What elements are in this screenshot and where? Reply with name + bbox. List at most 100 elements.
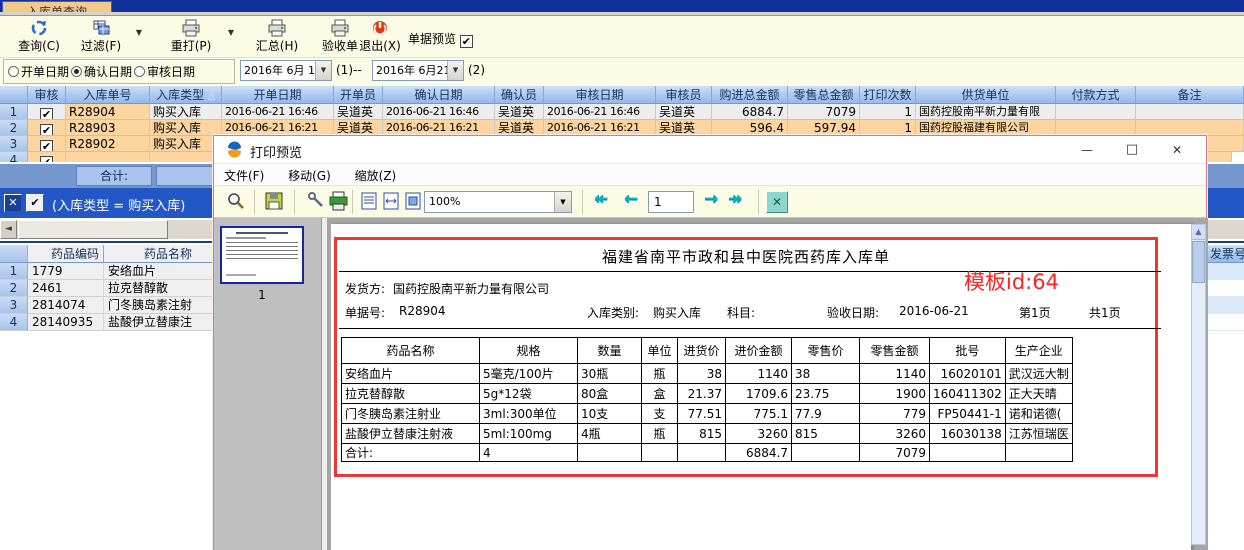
header-confirm-date[interactable]: 确认日期: [383, 86, 495, 104]
shipper-label: 发货方:: [345, 282, 386, 296]
filter-button[interactable]: 过滤(F): [72, 18, 130, 56]
maximize-icon[interactable]: □: [1117, 140, 1147, 160]
inbound-type-label: 入库类别:: [587, 306, 640, 320]
list-item[interactable]: [1207, 263, 1244, 280]
table-row: 门冬胰岛素注射业 3ml:300单位 10支支 77.51 775.1 77.9 77…: [341, 403, 1073, 424]
checkbox-checked-icon[interactable]: ✔: [40, 124, 53, 135]
preview-items-table: 药品名称 规格 数量 单位 进货价 进价金额 零售价 零售金额 批号 生产企业 安络血片 5…: [341, 337, 1073, 462]
radio-audit-date[interactable]: 审核日期: [134, 63, 195, 80]
exit-label: 退出(X): [359, 39, 401, 53]
scroll-left-icon[interactable]: ◄: [0, 220, 17, 239]
checkbox-checked-icon[interactable]: ✔: [40, 156, 53, 162]
printer-icon: [248, 18, 306, 39]
header-audit-date[interactable]: 审核日期: [544, 86, 656, 104]
page-layout-single-icon[interactable]: [360, 191, 378, 214]
chevron-down-icon[interactable]: ▼: [447, 61, 463, 80]
dialog-titlebar[interactable]: 打印预览 — □ ✕: [214, 136, 1206, 164]
list-item[interactable]: [1207, 280, 1244, 297]
reprint-dropdown-icon[interactable]: ▼: [224, 24, 238, 42]
date-from-value: 2016年 6月 1: [244, 64, 315, 77]
header-invoice[interactable]: 发票号: [1207, 245, 1244, 263]
menu-zoom[interactable]: 缩放(Z): [345, 164, 407, 184]
print-setup-icon[interactable]: [306, 191, 326, 214]
menu-move[interactable]: 移动(G): [278, 164, 341, 184]
query-button[interactable]: 查询(C): [10, 18, 68, 56]
menu-file[interactable]: 文件(F): [214, 164, 274, 184]
header-bill-by[interactable]: 开单员: [334, 86, 383, 104]
thumbnail-page-number[interactable]: 1: [214, 288, 310, 302]
close-preview-button[interactable]: ✕: [766, 191, 788, 213]
preview-table-header: 药品名称 规格 数量 单位 进货价 进价金额 零售价 零售金额 批号 生产企业: [341, 337, 1073, 364]
last-page-icon[interactable]: ↠: [728, 189, 742, 209]
exit-button[interactable]: 退出(X): [352, 18, 408, 56]
table-row[interactable]: 1 ✔ R28904 购买入库 2016-06-21 16:46 吴道英 201…: [0, 104, 1244, 120]
detail-table-right-fragment: 发票号: [1207, 245, 1244, 331]
table-row-selected[interactable]: 2 ✔ R28903 购买入库 2016-06-21 16:21 吴道英 201…: [0, 120, 1244, 136]
radio-icon: [8, 66, 19, 77]
document-preview-toggle[interactable]: 单据预览 ✔: [408, 30, 473, 48]
filter-label: 过滤(F): [80, 39, 122, 53]
app-window: 入库单查询 查询(C) 过滤(F) ▼ 重打(P) ▼ 汇总(H) 验收单 退出…: [0, 0, 1244, 550]
next-page-icon[interactable]: →: [704, 189, 718, 209]
tab-inbound-query[interactable]: 入库单查询: [2, 1, 112, 12]
header-retail-total[interactable]: 零售总金额: [788, 86, 860, 104]
page-thumbnail[interactable]: [220, 226, 304, 284]
header-audit-by[interactable]: 审核员: [656, 86, 712, 104]
header-confirm-by[interactable]: 确认员: [495, 86, 544, 104]
list-item[interactable]: [1207, 297, 1244, 314]
page-layout-full-icon[interactable]: [404, 191, 422, 214]
vertical-scrollbar[interactable]: ▲: [1191, 224, 1206, 545]
dialog-toolbar: 100% ▼ ↞ ← 1 → ↠ ✕: [214, 186, 1206, 218]
prev-page-icon[interactable]: ←: [624, 189, 638, 209]
filter-dropdown-icon[interactable]: ▼: [132, 24, 146, 42]
header-order-no[interactable]: 入库单号: [66, 86, 150, 104]
checkbox-checked-icon[interactable]: ✔: [40, 140, 53, 151]
list-item[interactable]: [1207, 314, 1244, 331]
zoom-tool-icon[interactable]: [226, 191, 247, 215]
checkbox-checked-icon[interactable]: ✔: [459, 35, 473, 48]
panel-splitter[interactable]: [321, 218, 327, 550]
print-icon[interactable]: [328, 191, 349, 214]
print-preview-dialog: 打印预览 — □ ✕ 文件(F) 移动(G) 缩放(Z) 100% ▼ ↞ ← …: [213, 135, 1208, 550]
zoom-level-combo[interactable]: 100% ▼: [424, 191, 572, 213]
header-supplier[interactable]: 供货单位: [916, 86, 1056, 104]
header-note[interactable]: 备注: [1136, 86, 1244, 104]
checkbox-checked-icon[interactable]: ✔: [40, 108, 53, 119]
page-total: 共1页: [1089, 306, 1121, 320]
close-icon[interactable]: ✕: [1162, 140, 1192, 160]
save-icon[interactable]: [264, 191, 284, 214]
chevron-down-icon[interactable]: ▼: [315, 61, 331, 80]
scrollbar-thumb[interactable]: [1192, 241, 1205, 283]
reprint-button[interactable]: 重打(P): [162, 18, 220, 56]
page-layout-width-icon[interactable]: [382, 191, 400, 214]
apply-filter-button[interactable]: ✔: [26, 194, 44, 212]
scroll-up-icon[interactable]: ▲: [1192, 225, 1205, 240]
header-drug-code[interactable]: 药品编码: [28, 245, 104, 263]
document-title: 福建省南平市政和县中医院西药库入库单: [601, 248, 890, 266]
chevron-down-icon[interactable]: ▼: [554, 192, 571, 212]
table-row: 安络血片 5毫克/100片 30瓶瓶 38 1140 38 1140 16020101…: [341, 363, 1073, 384]
scrollbar-thumb[interactable]: [18, 220, 168, 239]
date-from-suffix: (1)--: [336, 63, 362, 77]
main-toolbar: 查询(C) 过滤(F) ▼ 重打(P) ▼ 汇总(H) 验收单 退出(X) 单据…: [0, 16, 1244, 58]
clear-filter-button[interactable]: ✕: [4, 194, 22, 212]
thumbnail-panel: 1: [214, 218, 321, 550]
divider: [339, 328, 1161, 329]
header-type[interactable]: 入库类型 △: [150, 86, 222, 104]
first-page-icon[interactable]: ↞: [594, 189, 608, 209]
header-payment[interactable]: 付款方式: [1056, 86, 1136, 104]
page-number-input[interactable]: 1: [648, 191, 694, 213]
summary-button[interactable]: 汇总(H): [248, 18, 306, 56]
header-purchase-total[interactable]: 购进总金额: [712, 86, 788, 104]
header-bill-date[interactable]: 开单日期: [222, 86, 334, 104]
window-tab-bar: 入库单查询: [0, 0, 1244, 12]
header-audit[interactable]: 审核: [28, 86, 66, 104]
page-current: 第1页: [1019, 306, 1051, 320]
date-to-combo[interactable]: 2016年 6月21日 ▼: [372, 60, 464, 81]
radio-confirm-date[interactable]: 确认日期: [71, 63, 132, 80]
check-icon: ✔: [30, 196, 40, 209]
radio-bill-date[interactable]: 开单日期: [8, 63, 69, 80]
header-print-count[interactable]: 打印次数: [860, 86, 916, 104]
minimize-icon[interactable]: —: [1072, 140, 1102, 160]
date-from-combo[interactable]: 2016年 6月 1 ▼: [240, 60, 332, 81]
